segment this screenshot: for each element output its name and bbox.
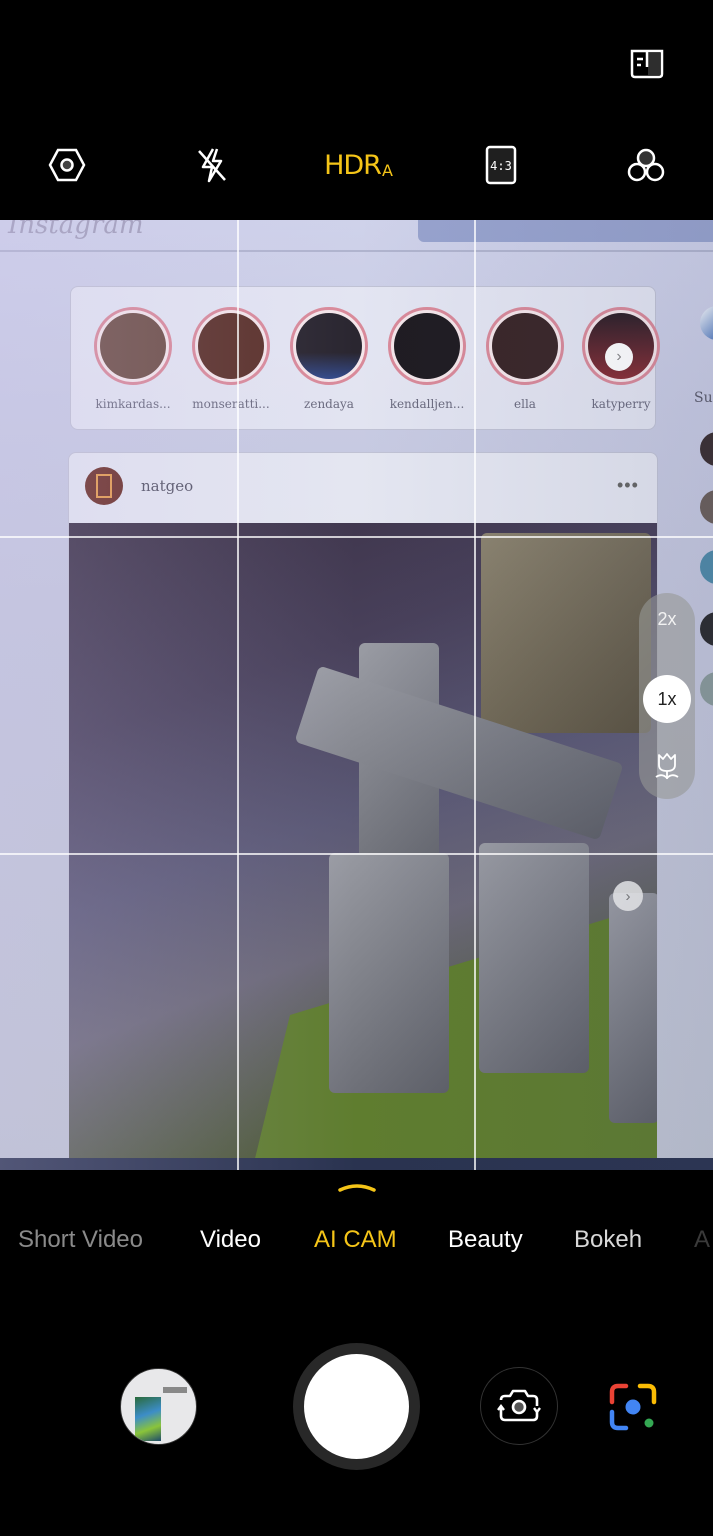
flash-toggle[interactable] bbox=[186, 140, 238, 190]
mode-bokeh[interactable]: Bokeh bbox=[574, 1226, 642, 1254]
settings-hexagon-icon bbox=[48, 148, 86, 182]
aspect-ratio-button[interactable]: 4:3 bbox=[476, 140, 526, 190]
grid-line bbox=[0, 536, 713, 538]
settings-button[interactable] bbox=[42, 140, 92, 190]
top-bar: HDR A 4:3 bbox=[0, 0, 713, 220]
gallery-thumbnail-image bbox=[135, 1397, 161, 1441]
tulip-macro-icon bbox=[655, 753, 679, 780]
shutter-button[interactable] bbox=[293, 1343, 420, 1470]
filter-button[interactable] bbox=[621, 140, 671, 190]
hdr-label: HDR bbox=[324, 149, 382, 181]
hdr-mode-label: A bbox=[381, 160, 393, 180]
mode-short-video[interactable]: Short Video bbox=[18, 1226, 143, 1254]
switch-camera-icon bbox=[497, 1389, 541, 1422]
zoom-control: 2x 1x bbox=[639, 593, 695, 799]
camera-viewfinder[interactable]: Instagram kimkardas... monseratti... zen… bbox=[0, 220, 713, 1170]
google-lens-button[interactable] bbox=[606, 1380, 660, 1434]
mode-indicator bbox=[338, 1184, 376, 1192]
google-lens-icon bbox=[609, 1383, 657, 1431]
hdr-toggle[interactable]: HDR A bbox=[318, 140, 398, 190]
aspect-ratio-label: 4:3 bbox=[490, 159, 512, 173]
zoom-2x-button[interactable]: 2x bbox=[639, 609, 695, 630]
ai-guide-button[interactable] bbox=[622, 40, 672, 88]
macro-button[interactable] bbox=[653, 751, 681, 781]
mode-ai-cam[interactable]: AI CAM bbox=[314, 1226, 397, 1254]
grid-line bbox=[0, 853, 713, 855]
switch-camera-button[interactable] bbox=[480, 1367, 558, 1445]
grid-line bbox=[237, 220, 239, 1170]
zoom-1x-button[interactable]: 1x bbox=[643, 675, 691, 723]
aspect-ratio-icon: 4:3 bbox=[485, 145, 517, 185]
book-icon bbox=[630, 49, 664, 79]
mode-video[interactable]: Video bbox=[200, 1226, 261, 1254]
mode-more[interactable]: A bbox=[694, 1226, 710, 1254]
flash-off-icon bbox=[198, 148, 226, 183]
mode-beauty[interactable]: Beauty bbox=[448, 1226, 523, 1254]
mode-selector: Short Video Video AI CAM Beauty Bokeh A bbox=[0, 1222, 713, 1262]
filter-circles-icon bbox=[627, 148, 665, 182]
gallery-thumbnail[interactable] bbox=[120, 1368, 197, 1445]
grid-line bbox=[474, 220, 476, 1170]
